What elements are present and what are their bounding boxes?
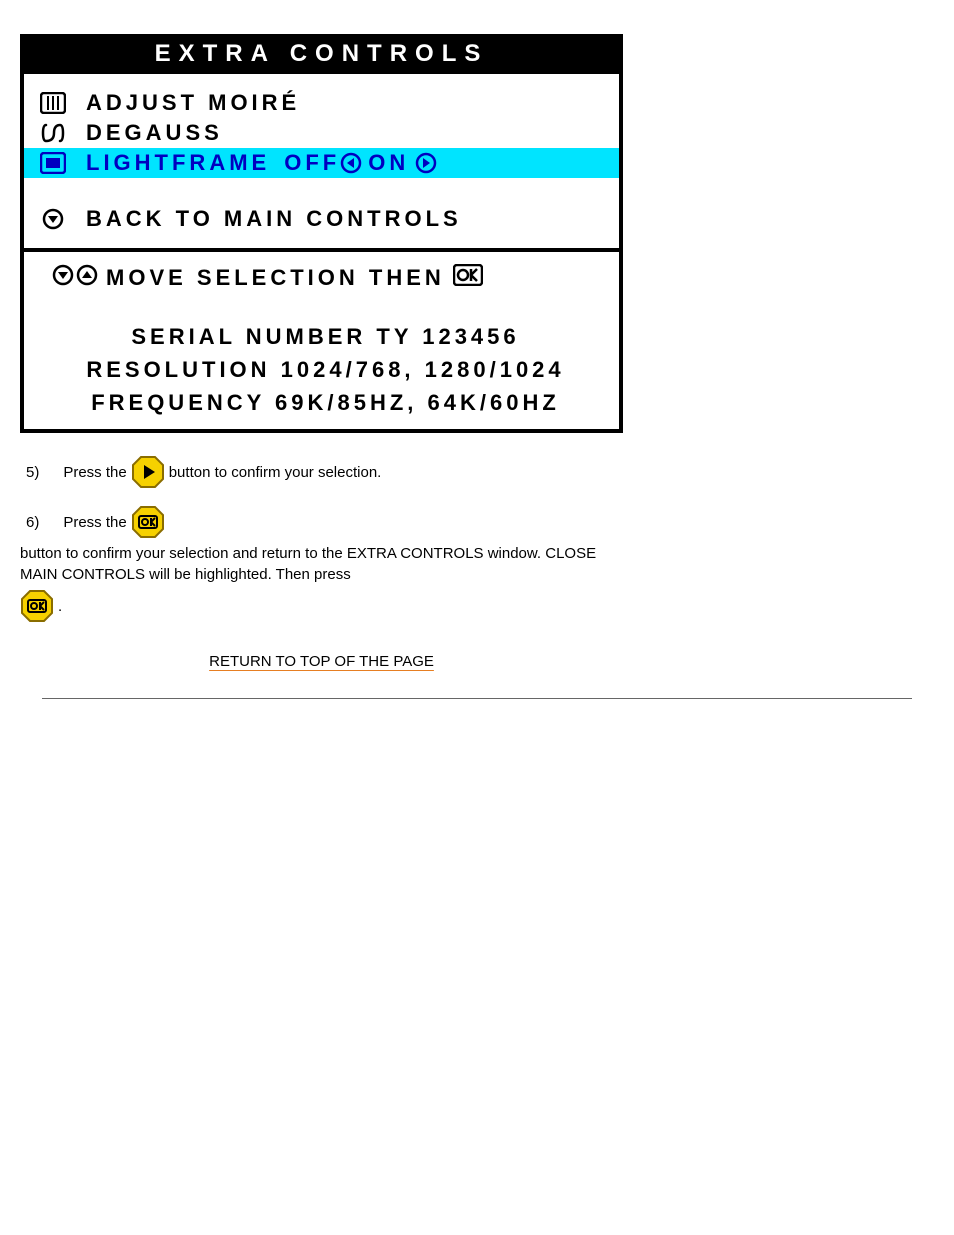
ok-button-icon	[131, 505, 165, 539]
menu-item-label: DEGAUSS	[86, 120, 223, 146]
divider	[24, 248, 619, 252]
menu-item-back[interactable]: BACK TO MAIN CONTROLS	[38, 204, 613, 234]
step-text: Press the	[63, 512, 126, 533]
step-text: Press the	[63, 462, 126, 483]
lightframe-icon	[38, 152, 68, 174]
menu-item-label: ADJUST MOIRÉ	[86, 90, 300, 116]
arrow-left-icon	[340, 152, 362, 174]
ok-button-icon	[20, 589, 54, 623]
right-button-icon	[131, 455, 165, 489]
menu-item-lightframe[interactable]: LIGHTFRAME OFF ON	[24, 148, 619, 178]
lightframe-on: ON	[368, 150, 409, 176]
horizontal-rule	[42, 698, 912, 699]
menu-item-label: BACK TO MAIN CONTROLS	[86, 206, 462, 232]
step-number: 5)	[26, 462, 39, 483]
serial-text: SERIAL NUMBER TY 123456	[38, 320, 613, 353]
moire-icon	[38, 92, 68, 114]
hint-row: MOVE SELECTION THEN	[38, 264, 613, 292]
osd-panel: EXTRA CONTROLS ADJUST MOIRÉ DEGAUSS LIGH…	[20, 34, 623, 433]
osd-body: ADJUST MOIRÉ DEGAUSS LIGHTFRAME OFF ON	[24, 74, 619, 429]
step-5: 5) Press the button to confirm your sele…	[20, 455, 623, 489]
instructions: 5) Press the button to confirm your sele…	[20, 455, 623, 623]
lightframe-off: OFF	[284, 150, 340, 176]
arrow-right-icon	[415, 152, 437, 174]
step-text: .	[58, 596, 62, 617]
up-icon	[76, 264, 98, 292]
menu-item-degauss[interactable]: DEGAUSS	[38, 118, 613, 148]
step-text: button to confirm your selection.	[169, 462, 382, 483]
back-icon	[38, 208, 68, 230]
degauss-icon	[38, 122, 68, 144]
step-text: button to confirm your selection and ret…	[20, 543, 623, 585]
hint-text: MOVE SELECTION THEN	[106, 265, 445, 291]
ok-icon	[453, 264, 483, 292]
step-6: 6) Press the button to confirm your sele…	[20, 505, 623, 623]
osd-title: EXTRA CONTROLS	[24, 38, 619, 74]
menu-item-moire[interactable]: ADJUST MOIRÉ	[38, 88, 613, 118]
return-to-top-link[interactable]: RETURN TO TOP OF THE PAGE	[20, 653, 623, 670]
frequency-text: FREQUENCY 69K/85HZ, 64K/60HZ	[38, 386, 613, 419]
step-number: 6)	[26, 512, 39, 533]
resolution-text: RESOLUTION 1024/768, 1280/1024	[38, 353, 613, 386]
info-block: SERIAL NUMBER TY 123456 RESOLUTION 1024/…	[38, 292, 613, 421]
down-icon	[52, 264, 74, 292]
menu-item-label: LIGHTFRAME	[86, 150, 270, 176]
